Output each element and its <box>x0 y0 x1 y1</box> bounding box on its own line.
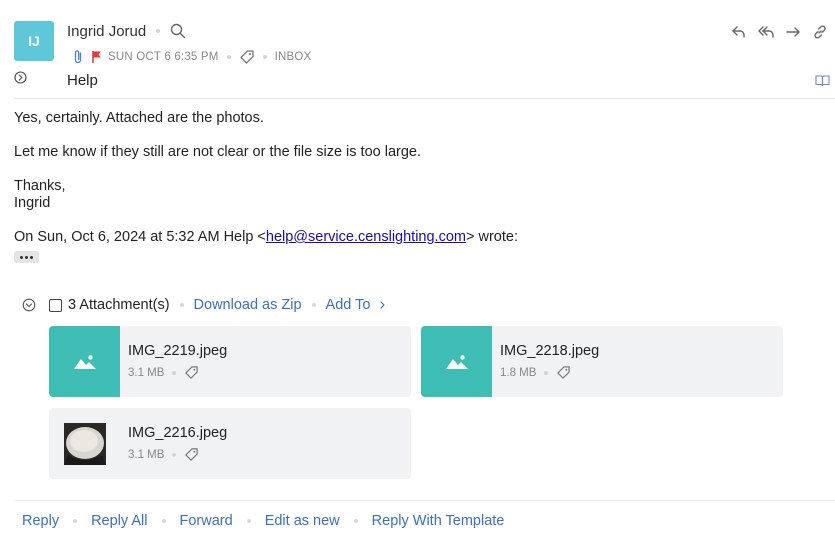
attachment-size: 3.1 MB <box>128 366 165 379</box>
forward-link[interactable]: Forward <box>180 513 233 529</box>
attachment-name: IMG_2218.jpeg <box>500 343 600 359</box>
header-divider <box>14 98 835 99</box>
attachment-count: 3 Attachment(s) <box>68 297 170 313</box>
avatar[interactable]: IJ <box>14 21 54 61</box>
forward-icon[interactable] <box>783 22 802 41</box>
attachment-name: IMG_2216.jpeg <box>128 425 228 441</box>
select-all-attachments-checkbox[interactable] <box>49 298 62 312</box>
body-line: Yes, certainly. Attached are the photos. <box>14 110 264 126</box>
attachment-info: 3.1 MB <box>128 365 199 380</box>
tag-icon[interactable] <box>239 49 255 65</box>
separator-dot <box>544 370 549 375</box>
photo-thumbnail <box>49 408 120 479</box>
reply-icon[interactable] <box>729 22 748 41</box>
reply-all-link[interactable]: Reply All <box>91 513 147 529</box>
search-icon[interactable] <box>170 23 186 39</box>
attachment-info: 1.8 MB <box>500 365 571 380</box>
attachment-card[interactable]: IMG_2218.jpeg 1.8 MB <box>421 326 783 397</box>
reply-actions: Reply Reply All Forward Edit as new Repl… <box>22 512 504 530</box>
message-date: SUN OCT 6 6:35 PM <box>108 51 219 63</box>
quote-suffix: > wrote: <box>465 229 518 245</box>
attachment-info: 3.1 MB <box>128 447 199 462</box>
edit-as-new-link[interactable]: Edit as new <box>265 513 340 529</box>
body-line: Let me know if they still are not clear … <box>14 144 421 160</box>
separator-dot <box>246 519 251 523</box>
body-line: Ingrid <box>14 195 51 211</box>
message-meta: SUN OCT 6 6:35 PM INBOX <box>72 48 311 66</box>
attachment-size: 3.1 MB <box>128 448 165 461</box>
reply-link[interactable]: Reply <box>22 513 59 529</box>
quote-header: On Sun, Oct 6, 2024 at 5:32 AM Help <hel… <box>14 229 518 246</box>
link-icon[interactable] <box>810 22 829 41</box>
separator-dot <box>161 519 166 523</box>
download-zip-link[interactable]: Download as Zip <box>194 297 302 313</box>
separator-dot <box>73 519 78 523</box>
separator-dot <box>226 55 231 59</box>
separator-dot <box>353 519 358 523</box>
message-actions <box>729 22 829 41</box>
attachment-size: 1.8 MB <box>500 366 537 379</box>
tag-icon[interactable] <box>184 447 199 462</box>
expand-details-icon[interactable] <box>14 71 27 84</box>
reading-view-icon[interactable] <box>815 74 830 87</box>
message-subject: Help <box>67 72 98 89</box>
separator-dot <box>179 303 184 307</box>
tag-icon[interactable] <box>556 365 571 380</box>
quote-prefix: On Sun, Oct 6, 2024 at 5:32 AM Help < <box>14 229 266 245</box>
sender-row: Ingrid Jorud <box>67 20 186 42</box>
separator-dot <box>262 55 267 59</box>
attachment-icon <box>72 49 84 65</box>
sender-name[interactable]: Ingrid Jorud <box>67 23 146 40</box>
flag-icon[interactable] <box>90 50 104 64</box>
separator-dot <box>172 452 177 457</box>
folder-label[interactable]: INBOX <box>275 51 312 63</box>
reply-all-icon[interactable] <box>756 22 775 41</box>
add-to-link[interactable]: Add To <box>326 297 371 313</box>
footer-divider <box>14 500 835 501</box>
separator-dot <box>156 29 161 33</box>
separator-dot <box>311 303 316 307</box>
image-placeholder-icon <box>49 326 120 397</box>
attachment-name: IMG_2219.jpeg <box>128 343 228 359</box>
show-quoted-text-button[interactable] <box>14 251 39 263</box>
attachments-header: 3 Attachment(s) Download as Zip Add To <box>22 296 386 314</box>
attachment-card[interactable]: IMG_2216.jpeg 3.1 MB <box>49 408 411 479</box>
collapse-attachments-icon[interactable] <box>22 298 36 312</box>
attachment-card[interactable]: IMG_2219.jpeg 3.1 MB <box>49 326 411 397</box>
reply-with-template-link[interactable]: Reply With Template <box>372 513 505 529</box>
body-line: Thanks, <box>14 178 66 194</box>
image-placeholder-icon <box>421 326 492 397</box>
chevron-right-icon[interactable] <box>378 300 386 310</box>
separator-dot <box>172 370 177 375</box>
tag-icon[interactable] <box>184 365 199 380</box>
quote-email-link[interactable]: help@service.censlighting.com <box>266 229 466 245</box>
